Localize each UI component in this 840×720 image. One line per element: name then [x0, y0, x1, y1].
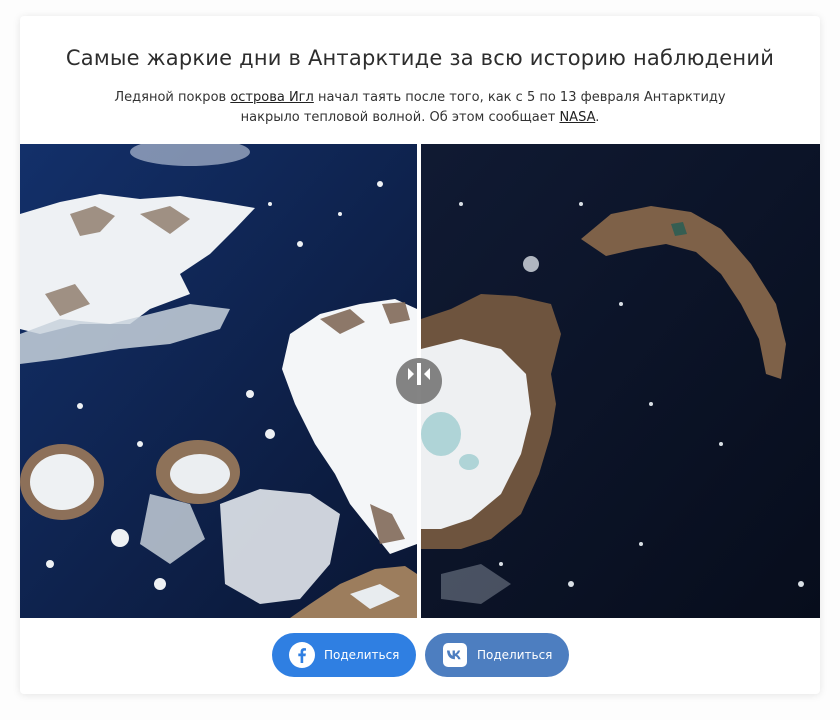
article-description: Ледяной покров острова Игл начал таять п…: [100, 88, 740, 128]
left-right-arrows-icon: [408, 363, 430, 385]
eagle-island-link[interactable]: острова Игл: [230, 90, 314, 105]
facebook-share-button[interactable]: Поделиться: [272, 633, 416, 677]
before-image: [20, 144, 417, 618]
facebook-share-label: Поделиться: [324, 648, 400, 662]
desc-text-1: Ледяной покров: [114, 90, 231, 105]
vk-share-label: Поделиться: [477, 648, 553, 662]
before-after-slider[interactable]: [20, 144, 820, 618]
desc-text-2: начал таять после того, как с 5 по 13 фе…: [240, 90, 726, 125]
facebook-icon: [289, 642, 315, 668]
slider-handle[interactable]: [396, 358, 442, 404]
article-title: Самые жаркие дни в Антарктиде за всю ист…: [65, 46, 775, 70]
vk-share-button[interactable]: Поделиться: [425, 633, 569, 677]
nasa-link[interactable]: NASA: [559, 110, 595, 125]
vk-icon: [442, 642, 468, 668]
after-image: [421, 144, 820, 618]
desc-text-3: .: [595, 110, 600, 125]
article-card: Самые жаркие дни в Антарктиде за всю ист…: [20, 16, 820, 694]
